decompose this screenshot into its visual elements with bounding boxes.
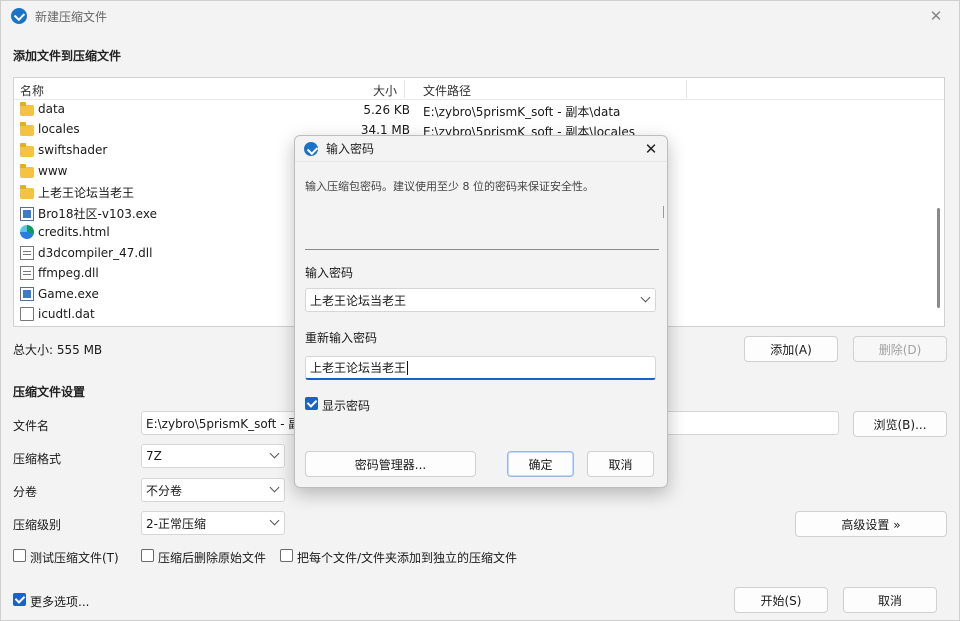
browse-button[interactable]: 浏览(B)...: [853, 411, 947, 437]
file-icon: [20, 307, 34, 321]
level-select[interactable]: 2-正常压缩: [141, 511, 285, 535]
folder-icon: [20, 142, 34, 157]
file-name: icudtl.dat: [38, 307, 95, 321]
folder-icon: [20, 163, 34, 178]
filename-label: 文件名: [13, 419, 50, 433]
file-row[interactable]: data 5.26 KB E:\zybro\5prismK_soft - 副本\…: [14, 100, 944, 120]
file-name: data: [38, 102, 66, 116]
delete-after-label: 压缩后删除原始文件: [158, 551, 267, 565]
column-separator[interactable]: [404, 80, 405, 98]
file-path: E:\zybro\5prismK_soft - 副本\data: [423, 105, 621, 119]
main-cancel-button[interactable]: 取消: [843, 587, 937, 613]
dialog-description: 输入压缩包密码。建议使用至少 8 位的密码来保证安全性。: [305, 180, 594, 193]
folder-icon: [20, 185, 34, 199]
format-label: 压缩格式: [13, 452, 62, 466]
delete-button[interactable]: 删除(D): [853, 336, 947, 362]
delete-after-checkbox[interactable]: [141, 549, 154, 562]
test-archive-label: 测试压缩文件(T): [30, 551, 119, 565]
file-name: d3dcompiler_47.dll: [38, 246, 153, 260]
dll-icon: [20, 246, 34, 260]
chevron-down-icon: [269, 448, 280, 459]
text-caret: [407, 360, 409, 375]
exe-icon: [20, 206, 34, 221]
column-separator[interactable]: [686, 80, 687, 98]
app-logo-icon: [11, 8, 27, 24]
file-name: swiftshader: [38, 143, 108, 157]
column-header-size[interactable]: 大小: [373, 82, 397, 99]
dialog-ok-button[interactable]: 确定: [507, 451, 574, 477]
html-icon: [20, 225, 34, 239]
dialog-cancel-button[interactable]: 取消: [587, 451, 654, 477]
split-select[interactable]: 不分卷: [141, 478, 285, 502]
format-select[interactable]: 7Z: [141, 444, 285, 468]
password-value: 上老王论坛当老王: [310, 293, 407, 308]
password-manager-button[interactable]: 密码管理器...: [305, 451, 476, 477]
folder-icon: [20, 101, 34, 116]
add-button[interactable]: 添加(A): [744, 336, 838, 362]
folder-icon: [20, 121, 34, 136]
settings-section-title: 压缩文件设置: [13, 385, 86, 399]
file-name: Game.exe: [38, 287, 99, 301]
file-name: ffmpeg.dll: [38, 266, 99, 280]
file-name: Bro18社区-v103.exe: [38, 207, 157, 221]
password-select[interactable]: 上老王论坛当老王: [305, 288, 656, 312]
app-logo-icon: [304, 141, 318, 156]
dll-icon: [20, 266, 34, 280]
separate-archives-label: 把每个文件/文件夹添加到独立的压缩文件: [297, 551, 518, 565]
dialog-divider: [305, 249, 659, 250]
show-password-label: 显示密码: [322, 399, 371, 413]
file-name: www: [38, 164, 68, 178]
test-archive-checkbox[interactable]: [13, 549, 26, 562]
file-size: 5.26 KB: [363, 103, 410, 117]
start-button[interactable]: 开始(S): [734, 587, 828, 613]
title-bar: 新建压缩文件 ✕: [1, 1, 959, 31]
split-value: 不分卷: [146, 483, 183, 498]
chevron-down-icon: [640, 292, 651, 303]
more-options-checkbox[interactable]: [13, 593, 26, 606]
password-dialog: 输入密码 ✕ 输入压缩包密码。建议使用至少 8 位的密码来保证安全性。 输入密码…: [294, 135, 668, 488]
format-value: 7Z: [146, 449, 162, 463]
separate-archives-checkbox[interactable]: [280, 549, 293, 562]
window-title: 新建压缩文件: [35, 9, 108, 24]
split-label: 分卷: [13, 485, 38, 499]
file-list-header: 名称 大小 文件路径: [14, 78, 944, 100]
exe-icon: [20, 287, 34, 301]
dialog-close-button[interactable]: ✕: [641, 139, 661, 159]
file-name: credits.html: [38, 225, 110, 239]
reenter-password-label: 重新输入密码: [305, 331, 378, 345]
column-header-path[interactable]: 文件路径: [423, 82, 471, 99]
column-header-name[interactable]: 名称: [20, 82, 44, 99]
file-name: locales: [38, 122, 80, 136]
dialog-title-bar: 输入密码 ✕: [295, 136, 667, 162]
chevron-down-icon: [269, 515, 280, 526]
dialog-title: 输入密码: [326, 142, 375, 156]
file-list-scrollbar[interactable]: [937, 208, 940, 308]
more-options-label: 更多选项...: [30, 595, 90, 609]
add-files-section-title: 添加文件到压缩文件: [13, 49, 122, 63]
show-password-checkbox[interactable]: [305, 397, 318, 410]
total-size-label: 总大小: 555 MB: [13, 343, 103, 357]
dialog-scrollbar[interactable]: [663, 206, 664, 218]
window-close-button[interactable]: ✕: [913, 1, 959, 31]
level-value: 2-正常压缩: [146, 516, 206, 531]
chevron-down-icon: [269, 482, 280, 493]
reenter-password-value: 上老王论坛当老王: [310, 361, 407, 375]
reenter-password-input[interactable]: 上老王论坛当老王: [305, 356, 656, 380]
advanced-settings-button[interactable]: 高级设置 »: [795, 511, 947, 537]
password-label: 输入密码: [305, 266, 354, 280]
file-name: 上老王论坛当老王: [38, 186, 135, 200]
level-label: 压缩级别: [13, 518, 62, 532]
